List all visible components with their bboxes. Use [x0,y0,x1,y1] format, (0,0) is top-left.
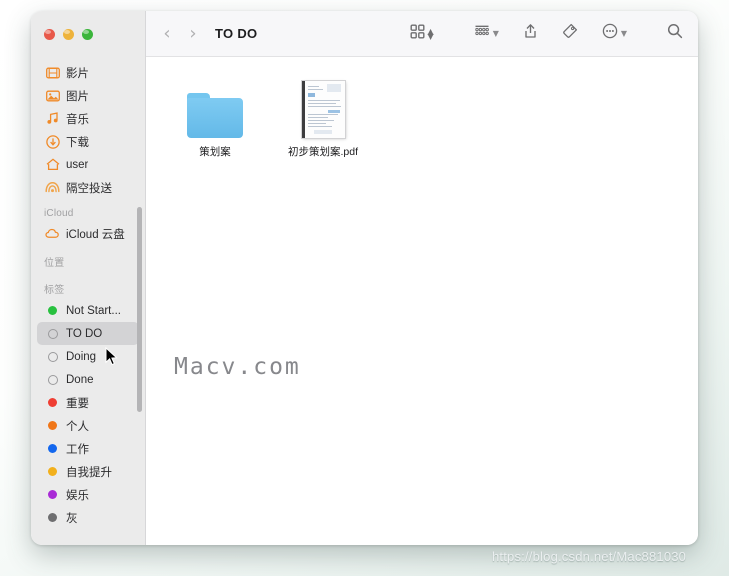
file-grid: 策划案 初步策划案.pdf [146,57,698,159]
sidebar-item-label: Doing [66,350,97,363]
more-actions-button[interactable]: ▼ [597,21,632,47]
sidebar-item-label: 重要 [66,397,89,410]
sidebar: 影片 图片 音乐 下载 user 隔空投送 iCloud iCloud 云盘 位… [31,11,146,545]
airdrop-icon [44,181,61,194]
mouse-cursor [105,346,118,366]
toolbar: ‹ › TO DO ▲ ▼ ▼ ▼ [146,11,698,57]
sidebar-item-airdrop[interactable]: 隔空投送 [37,176,139,199]
sidebar-tag-personal[interactable]: 个人 [37,414,139,437]
pictures-icon [44,90,61,102]
share-button[interactable] [518,21,543,47]
maximize-button[interactable] [82,28,93,40]
group-list-icon [474,24,490,44]
sidebar-list: 影片 图片 音乐 下载 user 隔空投送 iCloud iCloud 云盘 位… [31,57,145,529]
chevron-down-icon: ▼ [427,31,434,41]
file-item-folder[interactable]: 策划案 [172,74,258,159]
sidebar-item-movies[interactable]: 影片 [37,61,139,84]
tag-dot-icon [44,513,61,522]
sidebar-item-downloads[interactable]: 下载 [37,130,139,153]
sidebar-tag-work[interactable]: 工作 [37,437,139,460]
forward-button[interactable]: › [180,24,206,43]
sidebar-item-label: Not Start... [66,304,121,317]
sidebar-item-label: user [66,158,89,171]
sidebar-item-label: 个人 [66,420,89,433]
sidebar-item-pictures[interactable]: 图片 [37,84,139,107]
tag-dot-icon [44,398,61,407]
sidebar-item-label: 隔空投送 [66,182,112,195]
sidebar-section-locations: 位置 [44,258,65,269]
sidebar-item-label: Done [66,373,94,386]
tag-dot-icon [44,328,61,339]
pdf-document-icon [301,74,345,138]
chevron-down-icon: ▼ [492,29,499,38]
sidebar-tag-gray[interactable]: 灰 [37,506,139,529]
search-button[interactable] [662,21,688,47]
sidebar-item-label: iCloud 云盘 [66,228,125,241]
sidebar-tag-self-improvement[interactable]: 自我提升 [37,460,139,483]
ellipsis-circle-icon [602,23,618,44]
sidebar-section-icloud: iCloud [44,208,74,219]
sidebar-item-label: TO DO [66,327,103,340]
view-grid-button[interactable]: ▲ ▼ [405,21,439,47]
tag-dot-icon [44,444,61,453]
site-watermark: Macv.com [174,354,301,380]
search-icon [667,23,683,44]
sidebar-tag-important[interactable]: 重要 [37,391,139,414]
file-label: 初步策划案.pdf [287,146,358,158]
grid-view-icon [410,24,425,44]
sidebar-tag-to-do[interactable]: TO DO [37,322,139,345]
group-by-button[interactable]: ▼ [469,21,504,47]
folder-icon [187,74,243,138]
tag-dot-icon [44,467,61,476]
share-icon [523,23,538,44]
view-stepper[interactable]: ▲ ▼ [427,27,434,41]
sidebar-tag-entertainment[interactable]: 娱乐 [37,483,139,506]
sidebar-item-label: 影片 [66,67,89,80]
sidebar-item-user-home[interactable]: user [37,153,139,176]
sidebar-section-tags: 标签 [44,285,65,296]
sidebar-item-label: 下载 [66,136,89,149]
sidebar-item-label: 图片 [66,90,89,103]
minimize-button[interactable] [63,28,74,40]
page-title: TO DO [215,26,258,41]
tag-dot-icon [44,351,61,362]
sidebar-scrollbar[interactable] [137,207,142,412]
file-browser-content[interactable]: 策划案 初步策划案.pdf Macv.com [146,57,698,545]
tag-dot-icon [44,374,61,385]
sidebar-tag-not-started[interactable]: Not Start... [37,299,139,322]
finder-window: 影片 图片 音乐 下载 user 隔空投送 iCloud iCloud 云盘 位… [31,11,698,545]
sidebar-item-label: 自我提升 [66,466,112,479]
sidebar-item-music[interactable]: 音乐 [37,107,139,130]
sidebar-item-icloud-drive[interactable]: iCloud 云盘 [37,222,139,245]
sidebar-item-label: 工作 [66,443,89,456]
file-item-pdf[interactable]: 初步策划案.pdf [280,74,366,159]
home-icon [44,158,61,171]
tag-button[interactable] [557,21,583,47]
sidebar-tag-done[interactable]: Done [37,368,139,391]
tag-dot-icon [44,421,61,430]
toolbar-actions: ▲ ▼ ▼ ▼ [405,21,698,47]
tag-dot-icon [44,490,61,499]
close-button[interactable] [44,28,55,40]
sidebar-item-label: 娱乐 [66,489,89,502]
chevron-down-icon: ▼ [620,29,627,38]
sidebar-item-label: 音乐 [66,113,89,126]
sidebar-tag-doing[interactable]: Doing [37,345,139,368]
file-label: 策划案 [199,146,231,158]
music-icon [44,112,61,125]
icloud-icon [44,228,61,239]
movies-icon [44,67,61,79]
tag-icon [562,23,578,44]
sidebar-item-label: 灰 [66,512,78,525]
downloads-icon [44,134,61,149]
back-button[interactable]: ‹ [154,24,180,43]
tag-dot-icon [44,306,61,315]
blog-url-watermark: https://blog.csdn.net/Mac881030 [492,549,687,564]
traffic-light-group [31,11,145,57]
